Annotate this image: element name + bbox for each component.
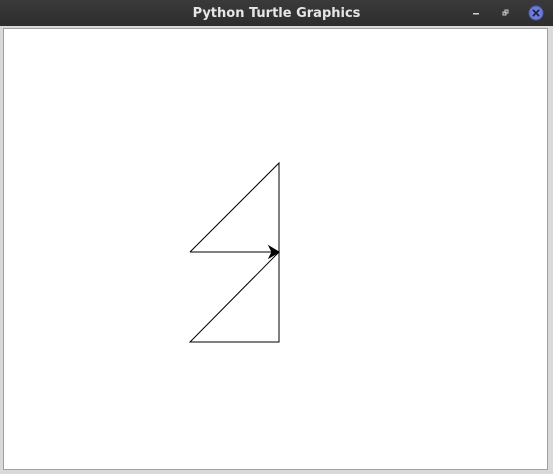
- close-icon: [528, 5, 544, 21]
- minimize-icon: [473, 13, 479, 15]
- turtle-window: Python Turtle Graphics: [0, 0, 553, 474]
- turtle-canvas-frame: [3, 28, 548, 470]
- close-button[interactable]: [527, 4, 545, 22]
- turtle-canvas[interactable]: [4, 29, 547, 469]
- title-bar[interactable]: Python Turtle Graphics: [0, 0, 553, 26]
- upper-triangle: [189, 161, 280, 253]
- minimize-button[interactable]: [467, 4, 485, 22]
- maximize-button[interactable]: [497, 4, 515, 22]
- restore-icon: [502, 9, 509, 16]
- window-body: [0, 26, 553, 474]
- lower-triangle: [188, 251, 280, 343]
